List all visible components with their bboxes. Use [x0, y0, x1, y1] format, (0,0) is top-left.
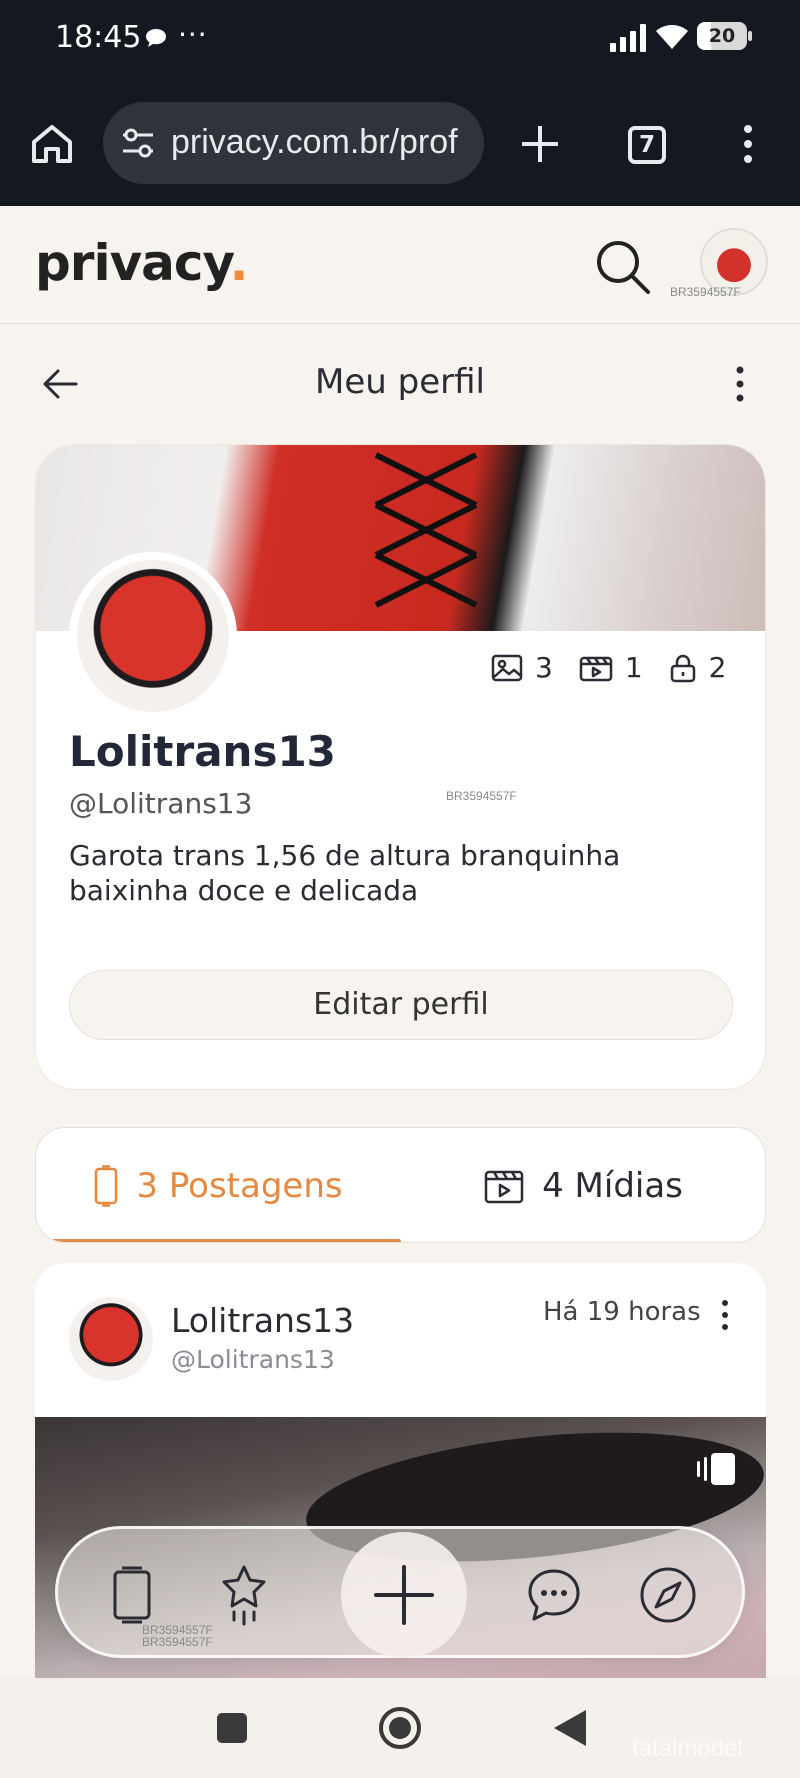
profile-stats: 3 1 2: [491, 651, 738, 684]
content-tabs: 3 Postagens 4 Mídias: [35, 1127, 766, 1243]
star-icon: [222, 1565, 266, 1626]
tab-posts-label: 3 Postagens: [136, 1166, 343, 1206]
signal-icon: [610, 24, 646, 52]
stat-images-count: 3: [535, 651, 553, 684]
nav-favorites-button[interactable]: [208, 1559, 280, 1631]
clapper-icon: [484, 1170, 524, 1204]
post-author-handle: @Lolitrans13: [171, 1345, 335, 1374]
profile-nav: Meu perfil: [0, 340, 800, 430]
battery-level: 20: [708, 25, 736, 47]
post-author-name[interactable]: Lolitrans13: [171, 1301, 354, 1340]
stat-locked-count: 2: [708, 651, 727, 684]
status-overflow: ···: [178, 18, 208, 51]
create-post-button[interactable]: [341, 1532, 467, 1658]
phone-icon: [95, 1165, 118, 1207]
profile-name: Lolitrans13: [69, 727, 336, 776]
gallery-icon[interactable]: [695, 1451, 737, 1487]
tune-icon[interactable]: [121, 126, 155, 160]
status-time: 18:45: [55, 20, 142, 55]
status-bar: 18:45 ··· 20: [0, 0, 800, 78]
plus-icon: [374, 1565, 434, 1625]
more-vert-icon[interactable]: [736, 122, 760, 166]
site-header: privacy. BR3594557F: [0, 206, 800, 324]
nav-chat-button[interactable]: [518, 1559, 590, 1631]
tab-posts[interactable]: 3 Postagens: [36, 1128, 401, 1242]
brand-overlay: fatalmodel: [632, 1735, 743, 1762]
page-title: Meu perfil: [315, 362, 485, 402]
site-logo[interactable]: privacy.: [35, 234, 249, 292]
stat-videos: 1: [579, 651, 643, 684]
stat-locked: 2: [669, 651, 727, 684]
stat-videos-count: 1: [624, 651, 643, 684]
plus-icon[interactable]: [518, 122, 562, 166]
video-icon: [579, 656, 613, 681]
post-timestamp: Há 19 horas: [543, 1297, 701, 1327]
chat-icon: [528, 1569, 580, 1621]
post-avatar[interactable]: [69, 1297, 153, 1381]
triangle-back-icon: [554, 1710, 586, 1746]
more-vert-icon[interactable]: [717, 1297, 733, 1333]
bottom-floating-nav: BR3594557F BR3594557F: [55, 1526, 745, 1658]
watermark-text: BR3594557F: [142, 1635, 213, 1649]
image-icon: [491, 654, 523, 681]
cover-lace: [374, 452, 478, 608]
address-bar[interactable]: privacy.com.br/prof: [103, 102, 484, 184]
tab-media[interactable]: 4 Mídias: [401, 1128, 765, 1242]
search-icon[interactable]: [592, 236, 652, 296]
tab-media-label: 4 Mídias: [542, 1166, 683, 1206]
watermark-text: BR3594557F: [670, 285, 741, 299]
square-icon: [217, 1713, 247, 1743]
back-button[interactable]: [548, 1706, 592, 1750]
stat-images: 3: [491, 651, 553, 684]
recents-button[interactable]: [210, 1706, 254, 1750]
profile-handle: @Lolitrans13: [69, 787, 253, 820]
home-button[interactable]: [378, 1706, 422, 1750]
nav-explore-button[interactable]: [632, 1559, 704, 1631]
wifi-icon: [656, 25, 688, 49]
nav-feed-button[interactable]: [96, 1559, 168, 1631]
home-icon[interactable]: [28, 120, 76, 168]
phone-icon: [113, 1566, 151, 1624]
profile-avatar[interactable]: [69, 552, 237, 720]
compass-icon: [640, 1567, 696, 1623]
chat-bubble-icon: [146, 29, 166, 47]
watermark-text: BR3594557F: [446, 789, 517, 803]
battery-indicator: 20: [697, 22, 752, 50]
lock-icon: [670, 654, 695, 682]
profile-card: 3 1 2 Lolitrans13 @Lolitrans13 BR3594557…: [35, 444, 766, 1090]
system-nav-bar: [0, 1678, 800, 1778]
profile-bio: Garota trans 1,56 de altura branquinha b…: [69, 839, 621, 907]
edit-profile-button[interactable]: Editar perfil: [69, 970, 733, 1040]
browser-toolbar: privacy.com.br/prof 7: [0, 78, 800, 206]
circle-icon: [379, 1707, 421, 1749]
more-vert-icon[interactable]: [730, 362, 750, 406]
tabs-icon[interactable]: 7: [628, 126, 666, 164]
url-text: privacy.com.br/prof: [171, 123, 458, 161]
